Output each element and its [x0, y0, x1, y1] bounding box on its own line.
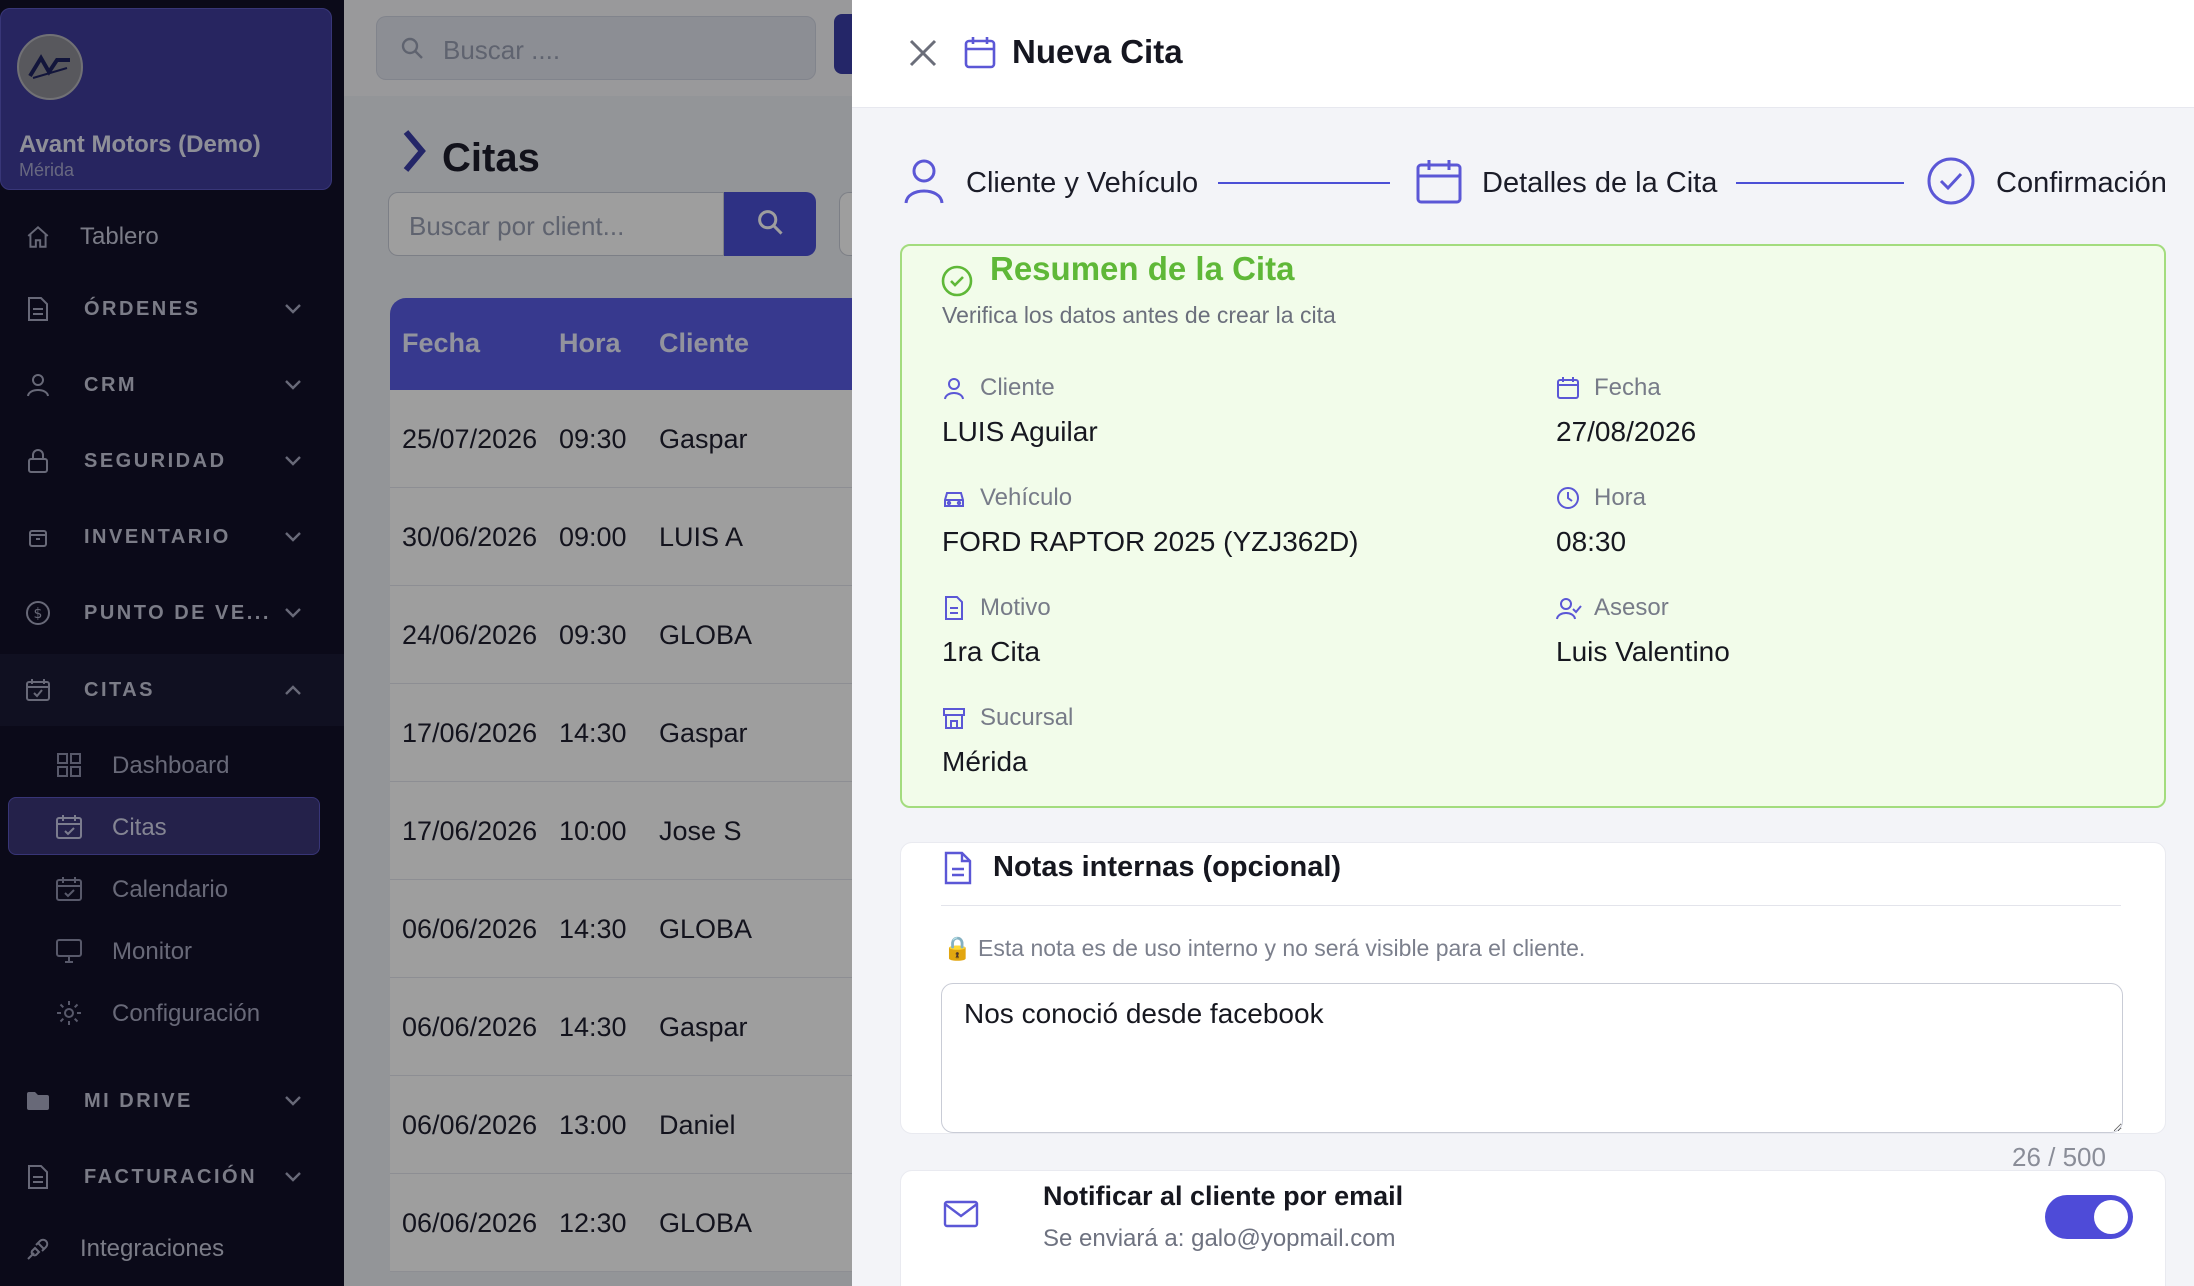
field-value-cliente: LUIS Aguilar [942, 416, 1098, 447]
user-icon [902, 157, 946, 210]
field-label-cliente: Cliente [980, 374, 1055, 401]
field-label-asesor: Asesor [1594, 594, 1669, 621]
step-connector [1736, 182, 1904, 184]
field-label-sucursal: Sucursal [980, 704, 1074, 731]
document-icon [942, 596, 966, 620]
check-circle-icon [940, 264, 974, 303]
summary-subtitle: Verifica los datos antes de crear la cit… [942, 302, 1336, 328]
field-value-hora: 08:30 [1556, 526, 1627, 557]
appointment-summary-card: Verifica los datos antes de crear la cit… [900, 244, 2166, 808]
notify-title: Notificar al cliente por email [1043, 1181, 1404, 1211]
divider [941, 905, 2121, 906]
field-label-hora: Hora [1594, 484, 1647, 511]
toggle-knob [2094, 1200, 2128, 1234]
advisor-icon [1556, 596, 1582, 620]
step-detalles-cita[interactable]: Detalles de la Cita [1416, 156, 1717, 210]
notify-email-card: Notificar al cliente por email Se enviar… [900, 1170, 2166, 1286]
notes-textarea[interactable]: Nos conoció desde facebook [941, 983, 2123, 1133]
field-label-fecha: Fecha [1594, 374, 1661, 401]
step-connector [1218, 182, 1390, 184]
notify-email-toggle[interactable] [2045, 1195, 2133, 1239]
internal-notes-card: Notas internas (opcional) 🔒 Esta nota es… [900, 842, 2166, 1134]
new-appointment-drawer: Nueva Cita Cliente y Vehículo Detalles d… [852, 0, 2194, 1286]
field-value-asesor: Luis Valentino [1556, 636, 1730, 667]
summary-title: Resumen de la Cita [990, 250, 1295, 287]
mail-icon [943, 1199, 979, 1234]
step-label: Cliente y Vehículo [966, 166, 1199, 199]
step-cliente-vehiculo[interactable]: Cliente y Vehículo [902, 156, 1198, 210]
field-value-fecha: 27/08/2026 [1556, 416, 1697, 447]
drawer-title: Nueva Cita [1012, 33, 1183, 70]
check-circle-icon [1926, 156, 1976, 211]
notes-title: Notas internas (opcional) [993, 851, 1342, 883]
step-label: Confirmación [1996, 166, 2167, 199]
car-icon [942, 486, 966, 510]
drawer-header: Nueva Cita [852, 0, 2194, 108]
calendar-icon [1556, 376, 1580, 400]
document-icon [943, 851, 973, 890]
field-value-sucursal: Mérida [942, 746, 1028, 777]
field-value-vehiculo: FORD RAPTOR 2025 (YZJ362D) [942, 526, 1359, 557]
field-label-motivo: Motivo [980, 594, 1051, 621]
character-counter: 26 / 500 [2012, 1142, 2106, 1172]
calendar-icon [1416, 158, 1462, 209]
step-confirmacion[interactable]: Confirmación [1926, 156, 2167, 210]
modal-backdrop[interactable] [0, 0, 852, 1286]
close-icon[interactable] [906, 36, 940, 70]
notify-recipient: Se enviará a: galo@yopmail.com [1043, 1225, 1396, 1252]
clock-icon [1556, 486, 1580, 510]
calendar-icon [964, 36, 996, 75]
step-label: Detalles de la Cita [1482, 166, 1718, 199]
notes-hint: 🔒 Esta nota es de uso interno y no será … [943, 935, 1586, 961]
user-icon [942, 376, 966, 400]
field-label-vehiculo: Vehículo [980, 484, 1073, 511]
field-value-motivo: 1ra Cita [942, 636, 1041, 667]
store-icon [942, 706, 966, 730]
